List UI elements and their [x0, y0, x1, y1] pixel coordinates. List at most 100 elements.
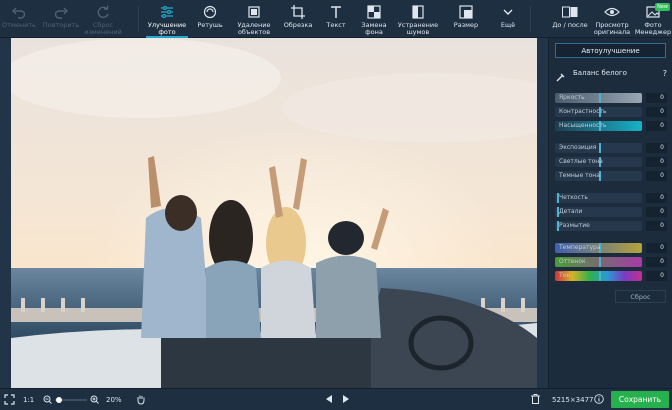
crop-icon — [290, 4, 306, 20]
previous-image-button[interactable] — [326, 389, 333, 410]
adjust-slider[interactable]: Температура — [555, 243, 642, 253]
adjustments-panel: Автоулучшение Баланс белого ? Яркость 0 Ко… — [548, 38, 672, 388]
tab-denoise[interactable]: Устранение шумов — [396, 0, 440, 38]
tab-remove-objects-label: Удаление объектов — [237, 21, 271, 36]
adjust-slider[interactable]: Насыщенность — [555, 121, 642, 131]
toolbar-divider — [530, 6, 531, 32]
before-after-button[interactable]: До / после — [551, 0, 589, 38]
tab-retouch[interactable]: Ретушь — [192, 0, 228, 38]
zoom-slider[interactable] — [55, 389, 87, 410]
zoom-out-button[interactable] — [43, 389, 52, 410]
slider-value-input[interactable]: 0 — [646, 171, 667, 181]
denoise-icon — [410, 4, 426, 20]
next-image-button[interactable] — [342, 389, 349, 410]
hand-tool-button[interactable] — [136, 389, 146, 410]
slider-value-input[interactable]: 0 — [646, 207, 667, 217]
info-button[interactable] — [594, 389, 604, 410]
eraser-icon — [246, 4, 262, 20]
eye-icon — [604, 4, 620, 20]
main-toolbar: Отменить Повторить Сброс изменений Улучш… — [0, 0, 672, 38]
trash-icon — [531, 394, 540, 406]
actual-size-button[interactable]: 1:1 — [23, 389, 34, 410]
tab-denoise-label: Устранение шумов — [397, 21, 439, 36]
image-canvas[interactable] — [0, 38, 548, 388]
undo-label: Отменить — [2, 21, 36, 29]
white-balance-label: Баланс белого — [573, 69, 627, 77]
adjust-slider[interactable]: Тон — [555, 271, 642, 281]
slider-label: Темные тона — [559, 172, 600, 179]
reset-changes-button[interactable]: Сброс изменений — [84, 0, 122, 38]
adjust-slider[interactable]: Темные тона — [555, 171, 642, 181]
slider-value-input[interactable]: 0 — [646, 221, 667, 231]
more-menu-button[interactable]: Ещё — [494, 0, 522, 38]
slider-value-input[interactable]: 0 — [646, 93, 667, 103]
info-icon — [594, 394, 604, 406]
slider-handle[interactable] — [599, 143, 601, 153]
slider-label: Размытие — [559, 222, 590, 229]
help-icon[interactable]: ? — [663, 69, 667, 78]
reset-sliders-button[interactable]: Сброс — [615, 290, 666, 303]
adjust-slider[interactable]: Четкость — [555, 193, 642, 203]
adjust-slider[interactable]: Оттенок — [555, 257, 642, 267]
zoom-in-button[interactable] — [90, 389, 99, 410]
tab-background-replace[interactable]: Замена фона — [356, 0, 392, 38]
photo-image — [11, 38, 537, 388]
new-badge: New — [655, 3, 670, 11]
zoom-level: 20% — [106, 396, 122, 404]
delete-button[interactable] — [531, 389, 540, 410]
slider-handle[interactable] — [599, 257, 601, 267]
slider-value-input[interactable]: 0 — [646, 143, 667, 153]
slider-label: Детали — [559, 208, 583, 215]
auto-enhance-button[interactable]: Автоулучшение — [555, 43, 666, 58]
adjust-slider[interactable]: Детали — [555, 207, 642, 217]
sliders-icon — [159, 4, 175, 20]
photo-preview[interactable] — [11, 38, 537, 388]
retouch-icon — [202, 4, 218, 20]
tab-remove-objects[interactable]: Удаление объектов — [233, 0, 275, 38]
fit-screen-button[interactable] — [4, 389, 15, 410]
slider-label: Насыщенность — [559, 122, 607, 129]
slider-label: Температура — [559, 244, 601, 251]
tab-retouch-label: Ретушь — [197, 21, 223, 29]
slider-handle[interactable] — [599, 93, 601, 103]
photo-manager-button[interactable]: Фото Менеджер New — [634, 0, 672, 38]
tab-crop-label: Обрезка — [283, 21, 313, 29]
tab-crop[interactable]: Обрезка — [280, 0, 316, 38]
slider-value-input[interactable]: 0 — [646, 193, 667, 203]
adjust-slider[interactable]: Контрастность — [555, 107, 642, 117]
slider-handle[interactable] — [599, 271, 601, 281]
slider-label: Контрастность — [559, 108, 607, 115]
text-icon — [328, 4, 344, 20]
slider-value-input[interactable]: 0 — [646, 121, 667, 131]
undo-button[interactable]: Отменить — [2, 0, 36, 38]
refresh-icon — [95, 4, 111, 20]
toolbar-divider — [138, 6, 139, 32]
before-after-icon — [562, 4, 578, 20]
tab-text[interactable]: Текст — [320, 0, 352, 38]
zoom-in-icon — [90, 395, 99, 406]
hand-icon — [136, 394, 146, 407]
zoom-out-icon — [43, 395, 52, 406]
redo-button[interactable]: Повторить — [42, 0, 80, 38]
slider-value-input[interactable]: 0 — [646, 271, 667, 281]
tab-enhance-photo[interactable]: Улучшение фото — [146, 0, 188, 38]
slider-value-input[interactable]: 0 — [646, 157, 667, 167]
bottom-bar: 1:1 20% 5215×3477 Сохранить — [0, 388, 672, 410]
reset-changes-label: Сброс изменений — [84, 21, 122, 36]
more-label: Ещё — [500, 21, 516, 29]
adjust-slider[interactable]: Светлые тона — [555, 157, 642, 167]
slider-value-input[interactable]: 0 — [646, 107, 667, 117]
eyedropper-icon[interactable] — [555, 68, 565, 82]
slider-label: Светлые тона — [559, 158, 603, 165]
slider-value-input[interactable]: 0 — [646, 257, 667, 267]
chevron-down-icon — [500, 4, 516, 20]
adjust-slider[interactable]: Экспозиция — [555, 143, 642, 153]
tab-resize[interactable]: Размер — [448, 0, 484, 38]
adjust-slider[interactable]: Размытие — [555, 221, 642, 231]
view-original-button[interactable]: Просмотр оригинала — [592, 0, 632, 38]
undo-icon — [11, 4, 27, 20]
adjust-slider[interactable]: Яркость — [555, 93, 642, 103]
slider-value-input[interactable]: 0 — [646, 243, 667, 253]
slider-label: Экспозиция — [559, 144, 597, 151]
save-button[interactable]: Сохранить — [611, 391, 669, 408]
